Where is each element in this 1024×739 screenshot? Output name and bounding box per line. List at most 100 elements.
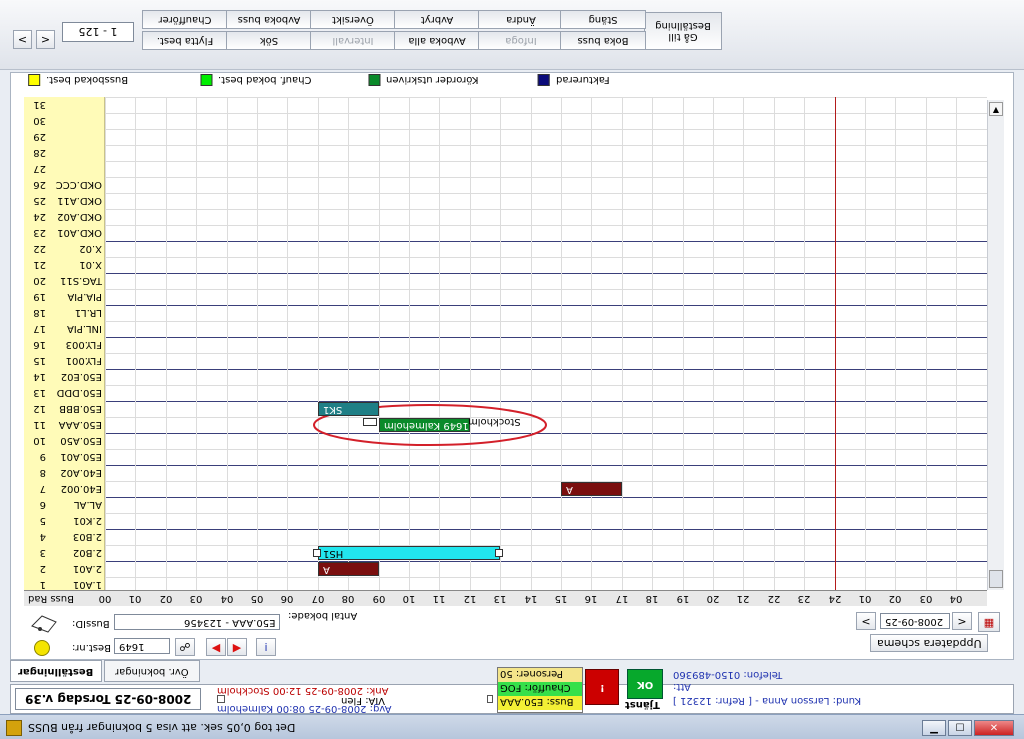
checkbox[interactable] [217, 695, 225, 703]
hour-tick: 20 [706, 593, 720, 605]
legend-item: Chauf. bokad best. [200, 74, 311, 86]
row-bus: INL.PIA [67, 323, 102, 335]
grid-row-line [105, 369, 987, 370]
toolbar-button-bottom-5[interactable]: Boka buss [560, 31, 646, 50]
vertical-scrollbar[interactable]: ▲ [987, 100, 1004, 590]
booking-bar[interactable]: SK1 [318, 402, 379, 416]
toolbar-button-bottom-4[interactable]: Infoga [478, 31, 564, 50]
minimize-icon[interactable]: ▁ [922, 720, 946, 736]
maximize-icon[interactable]: ☐ [948, 720, 972, 736]
legend-item: Körorder utskriven [368, 74, 478, 86]
row-labels: 1.A01 1 2.A01 2 2.B02 3 2.B03 4 2.K01 5 AL.AL 6 E40.… [24, 97, 105, 591]
grid-hour-line [622, 97, 623, 590]
ok-button[interactable]: OK [627, 669, 663, 699]
arrow-right-icon[interactable]: ▶ [227, 638, 247, 656]
toolbar-button-top-1[interactable]: Avboka buss [226, 10, 312, 29]
calendar-icon[interactable]: ▦ [978, 612, 1000, 632]
time-axis: Buss Rad 00 01 02 03 04 05 06 07 08 09 10 11 12 13 14 1… [24, 590, 987, 606]
personer-text: Personer: 50 [500, 668, 563, 679]
grid-hour-line [470, 97, 471, 590]
hour-tick: 04 [949, 593, 963, 605]
bestnr-label: Best.nr: [72, 642, 111, 653]
resize-handle[interactable] [495, 549, 503, 557]
toolbar-button-bottom-3[interactable]: Avboka alla [394, 31, 480, 50]
bussid-label: BussID: [72, 618, 110, 629]
grid-row-line [105, 145, 987, 146]
hour-tick: 13 [493, 593, 507, 605]
update-schedule-button[interactable]: Uppdatera schema [870, 634, 988, 652]
row-label: 27 [24, 161, 104, 177]
grid-row-line [105, 273, 987, 274]
legend-item: Bussbokad best. [28, 74, 128, 86]
alert-button[interactable]: ! [585, 669, 619, 705]
bestnr-field[interactable]: 1649 [114, 638, 170, 654]
order-goto-button[interactable]: Gå till Beställning [644, 12, 722, 50]
grid-hour-line [287, 97, 288, 590]
range-input[interactable]: 1 - 125 [62, 22, 134, 42]
hour-tick: 00 [98, 593, 112, 605]
close-icon[interactable]: ✕ [974, 720, 1014, 736]
resize-handle[interactable] [313, 549, 321, 557]
row-label: FLY.001 15 [24, 353, 104, 369]
legend-swatch [200, 74, 212, 86]
toolbar-button-top-5[interactable]: Stäng [560, 10, 646, 29]
toolbar-button-top-2[interactable]: Översikt [310, 10, 396, 29]
row-label: INL.PIA 17 [24, 321, 104, 337]
bussid-field[interactable]: E50.AAA - 123456 [114, 614, 280, 630]
binoculars-icon[interactable]: ☍ [175, 638, 195, 656]
rad-header: Rad [27, 593, 48, 605]
tab-bestallningar[interactable]: Beställningar [10, 660, 102, 682]
toolbar-button-bottom-2[interactable]: Intervall [310, 31, 396, 50]
row-label: 2.B03 4 [24, 529, 104, 545]
nav-prev-button[interactable]: < [13, 30, 32, 49]
date-prev-button[interactable]: < [856, 612, 876, 630]
row-number: 13 [33, 387, 46, 399]
grid-row-line [105, 129, 987, 130]
row-bus: E50.E02 [60, 371, 102, 383]
grid-hour-line [348, 97, 349, 590]
row-bus: E40.A02 [60, 467, 102, 479]
hour-tick: 03 [919, 593, 933, 605]
booking-bar[interactable]: 1649 Kalmeholm [379, 418, 470, 432]
booking-bar[interactable]: A [318, 562, 379, 576]
arrow-left-icon[interactable]: ◀ [206, 638, 226, 656]
booking-bar[interactable]: A [561, 482, 622, 496]
toolbar-button-top-3[interactable]: Avbryt [394, 10, 480, 29]
grid-hour-line [531, 97, 532, 590]
row-number: 21 [33, 259, 46, 271]
row-label: E50.E02 14 [24, 369, 104, 385]
info-icon[interactable]: i [256, 638, 276, 656]
grid-row-line [105, 401, 987, 402]
row-label: LR.L1 18 [24, 305, 104, 321]
grid-hour-line [804, 97, 805, 590]
alert-label: ! [599, 681, 605, 693]
row-label: 29 [24, 129, 104, 145]
row-label: OKD.CCC 26 [24, 177, 104, 193]
date-value: 2008-09-25 [885, 615, 944, 627]
toolbar-button-bottom-1[interactable]: Sök [226, 31, 312, 50]
toolbar-button-top-4[interactable]: Ändra [478, 10, 564, 29]
row-label: 31 [24, 97, 104, 113]
toolbar-button-top-0[interactable]: Chaufförer [142, 10, 228, 29]
row-number: 8 [39, 467, 46, 479]
hour-tick: 23 [797, 593, 811, 605]
checkbox-small[interactable] [487, 695, 493, 703]
tab-label: Övr. bokningar [115, 665, 189, 677]
drag-handle[interactable] [363, 418, 377, 426]
date-field[interactable]: 2008-09-25 [880, 613, 950, 629]
schedule-grid[interactable] [105, 97, 987, 594]
booking-label: 1649 Kalmeholm [384, 419, 469, 431]
nav-next-button[interactable]: > [36, 30, 55, 49]
bottom-controls: BussID: E50.AAA - 123456 Antal bokade: B… [10, 606, 1014, 660]
grid-hour-line [835, 97, 836, 590]
row-number: 24 [33, 211, 46, 223]
ok-label: OK [636, 678, 654, 690]
hour-tick: 04 [220, 593, 234, 605]
booking-bar[interactable]: HS1 [318, 546, 500, 560]
date-next-button[interactable]: > [952, 612, 972, 630]
tab-ovr-bokningar[interactable]: Övr. bokningar [104, 660, 200, 682]
row-number: 9 [39, 451, 46, 463]
scroll-thumb[interactable] [989, 570, 1003, 588]
toolbar-button-bottom-0[interactable]: Flytta best. [142, 31, 228, 50]
scroll-up-icon[interactable]: ▲ [989, 102, 1003, 116]
